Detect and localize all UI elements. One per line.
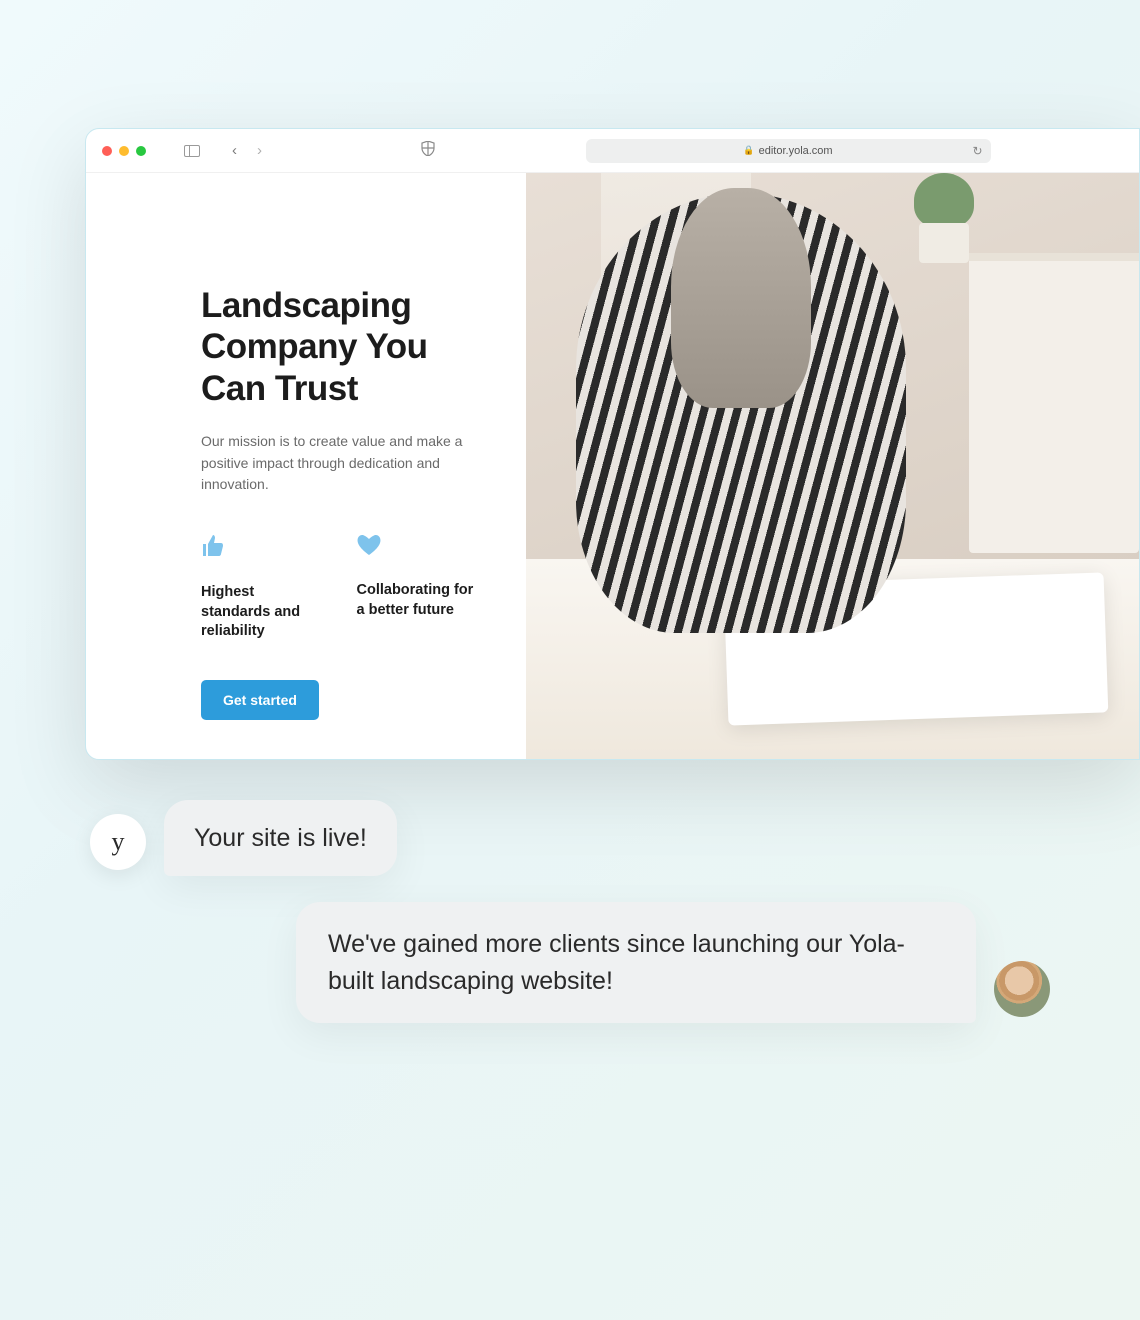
minimize-icon[interactable] bbox=[119, 146, 129, 156]
sidebar-toggle-icon[interactable] bbox=[184, 145, 200, 157]
feature-item: Collaborating for a better future bbox=[357, 534, 477, 642]
browser-window: ‹ › 🔒 editor.yola.com ↻ Landscaping Comp… bbox=[85, 128, 1140, 760]
image-background bbox=[969, 253, 1139, 553]
chat-message: We've gained more clients since launchin… bbox=[296, 902, 976, 1023]
thumbs-up-icon bbox=[201, 534, 321, 563]
browser-toolbar: ‹ › 🔒 editor.yola.com ↻ bbox=[86, 129, 1139, 173]
address-bar[interactable]: 🔒 editor.yola.com ↻ bbox=[586, 139, 991, 163]
chat-section: y Your site is live! We've gained more c… bbox=[90, 800, 1050, 1049]
maximize-icon[interactable] bbox=[136, 146, 146, 156]
chat-row: y Your site is live! bbox=[90, 800, 1050, 876]
yola-avatar: y bbox=[90, 814, 146, 870]
lock-icon: 🔒 bbox=[743, 145, 754, 156]
forward-button[interactable]: › bbox=[251, 142, 268, 159]
close-icon[interactable] bbox=[102, 146, 112, 156]
feature-row: Highest standards and reliability Collab… bbox=[201, 534, 476, 642]
user-avatar bbox=[994, 961, 1050, 1017]
get-started-button[interactable]: Get started bbox=[201, 680, 319, 720]
hero-image bbox=[526, 173, 1139, 759]
hero-section: Landscaping Company You Can Trust Our mi… bbox=[86, 173, 526, 759]
yola-logo-icon: y bbox=[112, 827, 125, 857]
page-body: Landscaping Company You Can Trust Our mi… bbox=[86, 173, 1139, 759]
privacy-shield-icon[interactable] bbox=[421, 141, 435, 161]
window-controls bbox=[102, 146, 146, 156]
image-person bbox=[576, 193, 906, 633]
url-text: editor.yola.com bbox=[759, 145, 833, 157]
back-button[interactable]: ‹ bbox=[226, 142, 243, 159]
chat-row: We've gained more clients since launchin… bbox=[90, 902, 1050, 1023]
feature-text: Highest standards and reliability bbox=[201, 583, 321, 642]
hero-description: Our mission is to create value and make … bbox=[201, 431, 476, 496]
feature-text: Collaborating for a better future bbox=[357, 581, 477, 620]
chat-message: Your site is live! bbox=[164, 800, 397, 876]
heart-icon bbox=[357, 534, 477, 561]
hero-title: Landscaping Company You Can Trust bbox=[201, 285, 476, 409]
feature-item: Highest standards and reliability bbox=[201, 534, 321, 642]
image-background bbox=[909, 173, 979, 263]
reload-icon[interactable]: ↻ bbox=[972, 144, 982, 158]
